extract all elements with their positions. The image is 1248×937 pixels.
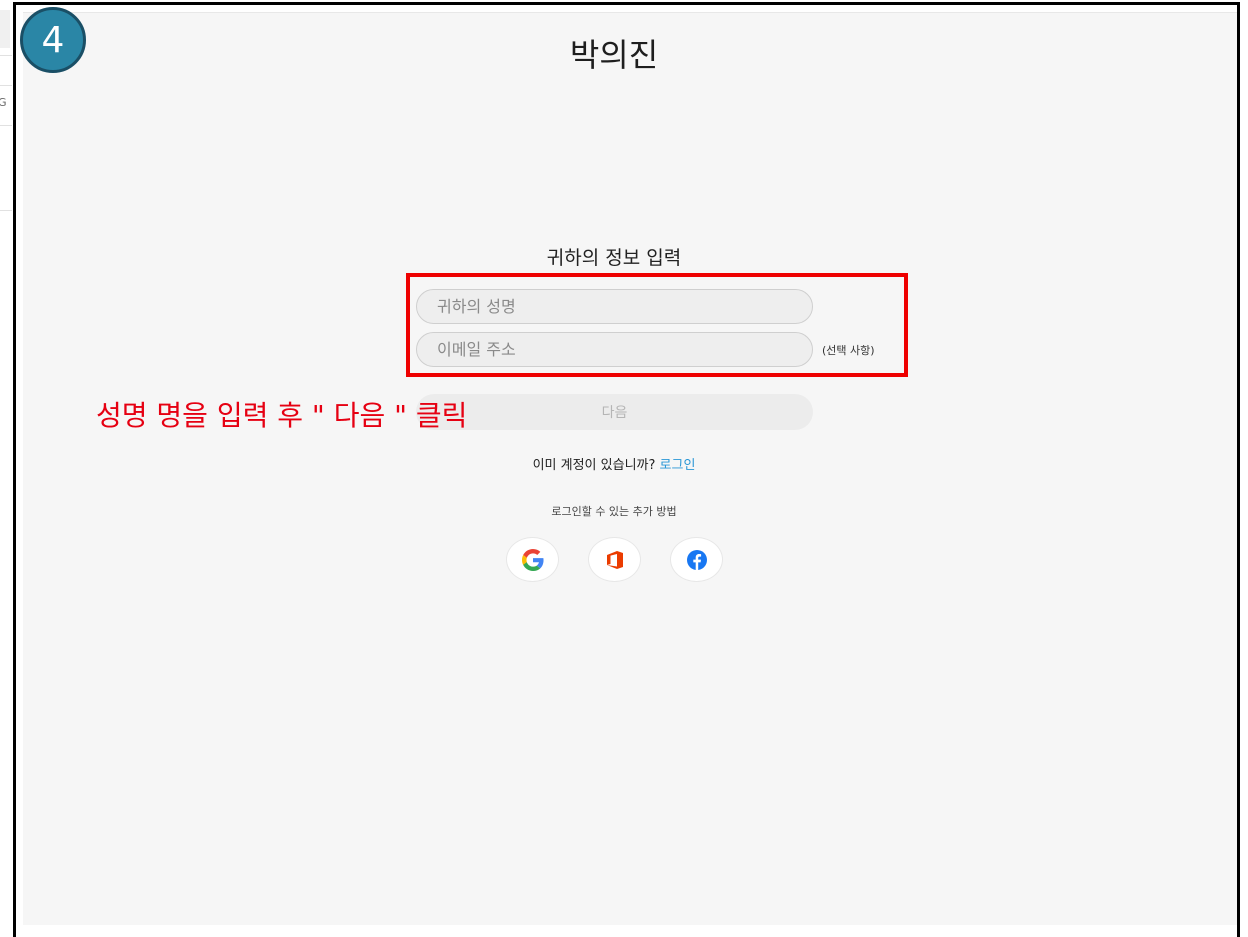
login-prompt: 이미 계정이 있습니까?	[532, 458, 656, 473]
divider	[0, 125, 12, 126]
divider	[0, 85, 12, 86]
next-button[interactable]: 다음	[416, 394, 813, 430]
highlight-box	[406, 273, 908, 377]
background-window-text: G	[0, 96, 7, 109]
login-row: 이미 계정이 있습니까? 로그인	[0, 454, 1228, 473]
other-login-methods-label: 로그인할 수 있는 추가 방법	[551, 505, 677, 518]
office-icon	[606, 550, 623, 569]
instruction-annotation: 성명 명을 입력 후 " 다음 " 클릭	[96, 399, 468, 432]
google-icon	[521, 548, 544, 571]
office-login-button[interactable]	[588, 537, 641, 582]
login-link[interactable]: 로그인	[660, 458, 696, 473]
form-heading: 귀하의 정보 입력	[546, 247, 682, 269]
divider	[0, 210, 12, 211]
facebook-login-button[interactable]	[670, 537, 723, 582]
facebook-icon	[686, 549, 708, 571]
google-login-button[interactable]	[506, 537, 559, 582]
page-title: 박의진	[569, 36, 659, 74]
step-number-badge: 4	[20, 7, 86, 73]
